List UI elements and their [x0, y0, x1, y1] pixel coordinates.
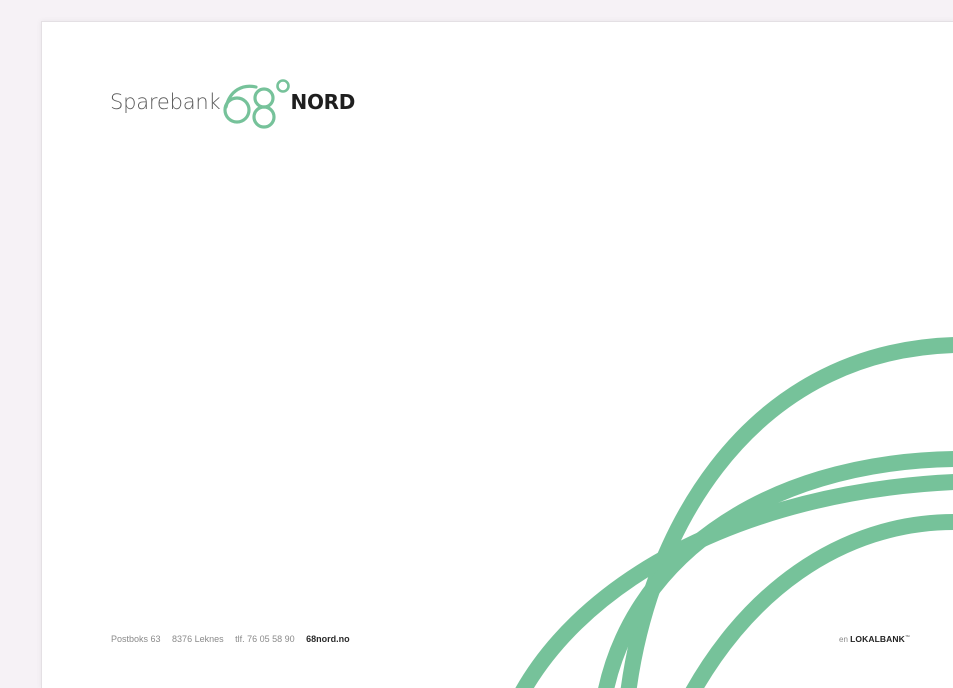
footer-contact: Postboks 63 8376 Leknes tlf. 76 05 58 90… — [111, 634, 359, 644]
footer-phone: tlf. 76 05 58 90 — [235, 634, 295, 644]
tagline-prefix: en — [839, 635, 848, 644]
lokalbank-tagline: en LOKALBANK™ — [839, 634, 910, 644]
tagline-trademark: ™ — [904, 634, 910, 641]
tagline-brand: LOKALBANK — [850, 634, 905, 644]
arc-4 — [685, 514, 953, 688]
footer-website-link[interactable]: 68nord.no — [306, 634, 350, 644]
decorative-arcs — [515, 337, 953, 688]
letterhead-page: Sparebank NORD Postboks 63 8376 Leknes t… — [41, 21, 953, 688]
footer-postal: 8376 Leknes — [172, 634, 224, 644]
footer-postbox: Postboks 63 — [111, 634, 161, 644]
